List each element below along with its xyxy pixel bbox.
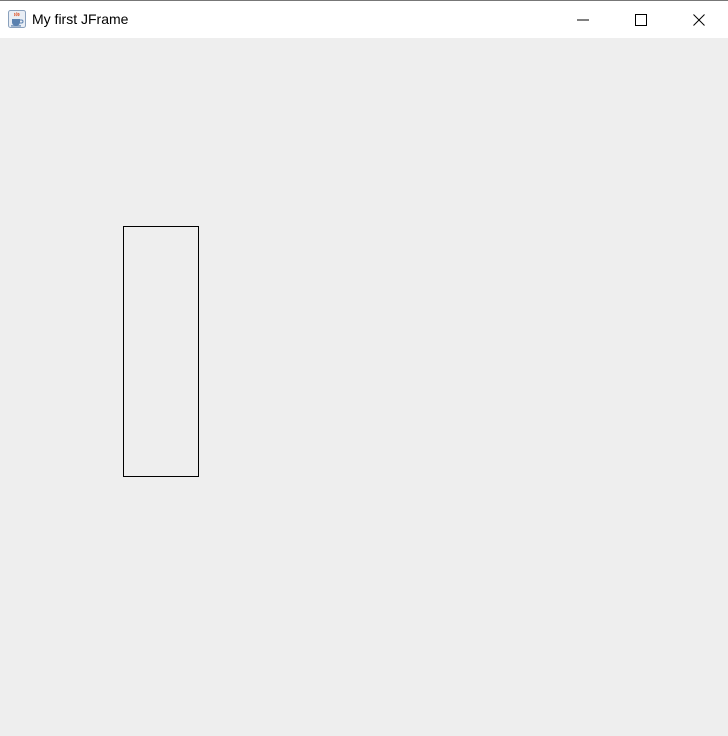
- content-pane: [0, 38, 728, 736]
- minimize-button[interactable]: [554, 1, 612, 38]
- minimize-icon: [577, 14, 589, 26]
- maximize-button[interactable]: [612, 1, 670, 38]
- maximize-icon: [635, 13, 647, 26]
- close-button[interactable]: [670, 1, 728, 38]
- java-coffee-cup-icon[interactable]: [8, 10, 26, 28]
- window-title: My first JFrame: [32, 11, 129, 27]
- title-bar[interactable]: My first JFrame: [0, 1, 728, 38]
- drawn-rectangle: [123, 226, 199, 477]
- close-icon: [693, 13, 705, 26]
- jframe-window: My first JFrame: [0, 0, 728, 736]
